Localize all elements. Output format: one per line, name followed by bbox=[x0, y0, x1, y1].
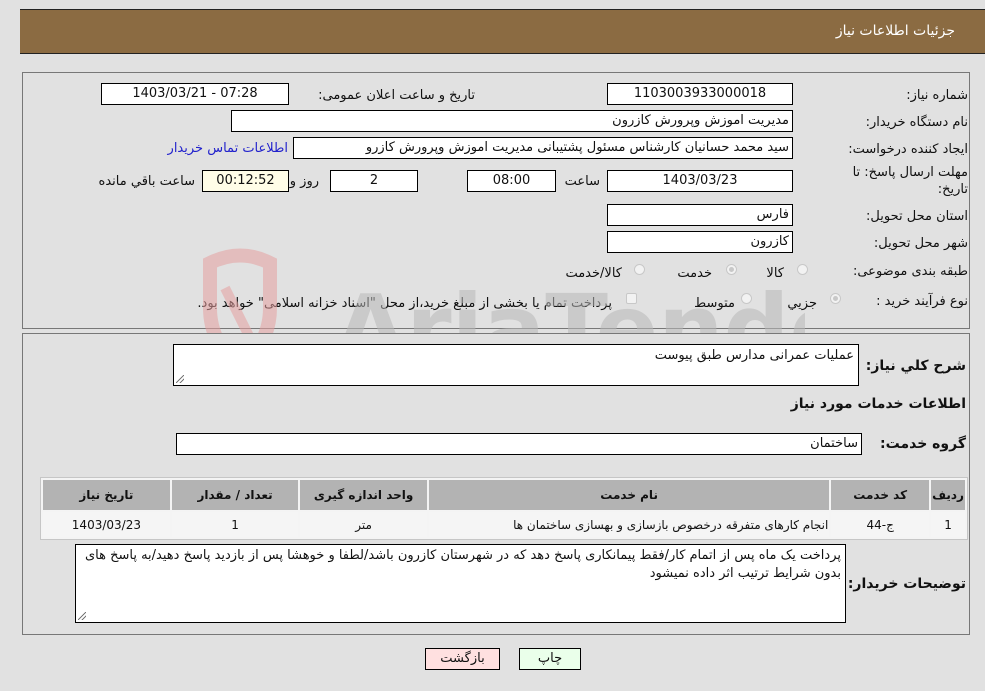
cell-service-code: ج-44 bbox=[831, 512, 930, 537]
cell-unit: متر bbox=[300, 512, 427, 537]
city-field: کازرون bbox=[607, 231, 793, 253]
cell-row-number: 1 bbox=[931, 512, 965, 537]
creator-label: ایجاد کننده درخواست: bbox=[848, 142, 968, 157]
process-option-medium: متوسط bbox=[694, 296, 735, 311]
description-textarea[interactable]: عملیات عمرانی مدارس طبق پیوست bbox=[173, 344, 859, 386]
deadline-label-line2: تاریخ: bbox=[937, 182, 968, 197]
col-service-code: کد خدمت bbox=[831, 480, 930, 510]
description-text: عملیات عمرانی مدارس طبق پیوست bbox=[654, 348, 854, 363]
page-title: جزئیات اطلاعات نیاز bbox=[835, 23, 955, 39]
cell-need-date: 1403/03/23 bbox=[43, 512, 170, 537]
page-header: جزئیات اطلاعات نیاز bbox=[20, 9, 985, 54]
category-label: طبقه بندی موضوعی: bbox=[852, 264, 968, 279]
process-radio-medium[interactable] bbox=[741, 293, 752, 304]
treasury-payment-checkbox[interactable] bbox=[626, 293, 637, 304]
cell-quantity: 1 bbox=[171, 512, 299, 537]
need-number-field: 1103003933000018 bbox=[607, 83, 793, 105]
days-field: 2 bbox=[330, 170, 418, 192]
province-field: فارس bbox=[607, 204, 793, 226]
table-row: 1 ج-44 انجام کارهای متفرقه درخصوص بازساز… bbox=[43, 512, 965, 537]
buyer-notes-label: توضیحات خریدار: bbox=[847, 576, 966, 592]
deadline-label: مهلت ارسال پاسخ: تا تاریخ: bbox=[853, 164, 968, 198]
category-radio-service[interactable] bbox=[726, 264, 737, 275]
deadline-time-field: 08:00 bbox=[467, 170, 556, 192]
cell-service-name: انجام کارهای متفرقه درخصوص بازسازی و بهس… bbox=[428, 512, 830, 537]
treasury-payment-note: پرداخت تمام یا بخشی از مبلغ خرید،از محل … bbox=[197, 296, 612, 311]
buyer-notes-text: پرداخت یک ماه پس از اتمام کار/فقط پیمانک… bbox=[84, 548, 841, 581]
process-option-minor: جزيي bbox=[787, 296, 817, 311]
col-row-number: رديف bbox=[931, 480, 965, 510]
back-button[interactable]: بازگشت bbox=[425, 648, 500, 670]
service-group-field: ساختمان bbox=[176, 433, 862, 455]
category-option-service: خدمت bbox=[677, 266, 712, 281]
city-label: شهر محل تحویل: bbox=[873, 236, 968, 251]
deadline-label-line1: مهلت ارسال پاسخ: تا bbox=[852, 165, 968, 180]
col-quantity: تعداد / مقدار bbox=[171, 480, 299, 510]
announce-field: 1403/03/21 - 07:28 bbox=[101, 83, 289, 105]
services-table: رديف کد خدمت نام خدمت واحد اندازه گیری ت… bbox=[40, 477, 968, 540]
need-number-label: شماره نیاز: bbox=[906, 88, 968, 103]
table-header-row: رديف کد خدمت نام خدمت واحد اندازه گیری ت… bbox=[43, 480, 965, 510]
category-radio-goods-service[interactable] bbox=[634, 264, 645, 275]
remaining-time-field: 00:12:52 bbox=[202, 170, 289, 192]
announce-label: تاریخ و ساعت اعلان عمومی: bbox=[318, 88, 475, 103]
process-label: نوع فرآیند خرید : bbox=[876, 294, 968, 309]
col-need-date: تاریخ نیاز bbox=[43, 480, 170, 510]
print-button[interactable]: چاپ bbox=[519, 648, 581, 670]
col-service-name: نام خدمت bbox=[428, 480, 830, 510]
days-label: روز و bbox=[289, 174, 319, 189]
deadline-time-label: ساعت bbox=[564, 174, 600, 189]
process-radio-minor[interactable] bbox=[830, 293, 841, 304]
resize-grip-icon[interactable] bbox=[78, 612, 86, 620]
col-unit: واحد اندازه گیری bbox=[300, 480, 427, 510]
resize-grip-icon[interactable] bbox=[176, 375, 184, 383]
creator-field: سید محمد حسانیان کارشناس مسئول پشتیبانی … bbox=[293, 137, 793, 159]
category-option-goods: کالا bbox=[766, 266, 784, 281]
buyer-org-field: مدیریت اموزش وپرورش کازرون bbox=[231, 110, 793, 132]
services-title: اطلاعات خدمات مورد نياز bbox=[790, 396, 966, 412]
deadline-date-field: 1403/03/23 bbox=[607, 170, 793, 192]
buyer-contact-link[interactable]: اطلاعات تماس خریدار bbox=[168, 141, 288, 156]
description-label: شرح کلي نياز: bbox=[865, 358, 966, 374]
province-label: استان محل تحویل: bbox=[866, 209, 968, 224]
category-option-goods-service: کالا/خدمت bbox=[565, 266, 622, 281]
category-radio-goods[interactable] bbox=[797, 264, 808, 275]
remaining-label: ساعت باقي مانده bbox=[98, 174, 195, 189]
buyer-org-label: نام دستگاه خریدار: bbox=[865, 115, 968, 130]
buyer-notes-textarea[interactable]: پرداخت یک ماه پس از اتمام کار/فقط پیمانک… bbox=[75, 544, 846, 623]
service-group-label: گروه خدمت: bbox=[880, 436, 966, 452]
